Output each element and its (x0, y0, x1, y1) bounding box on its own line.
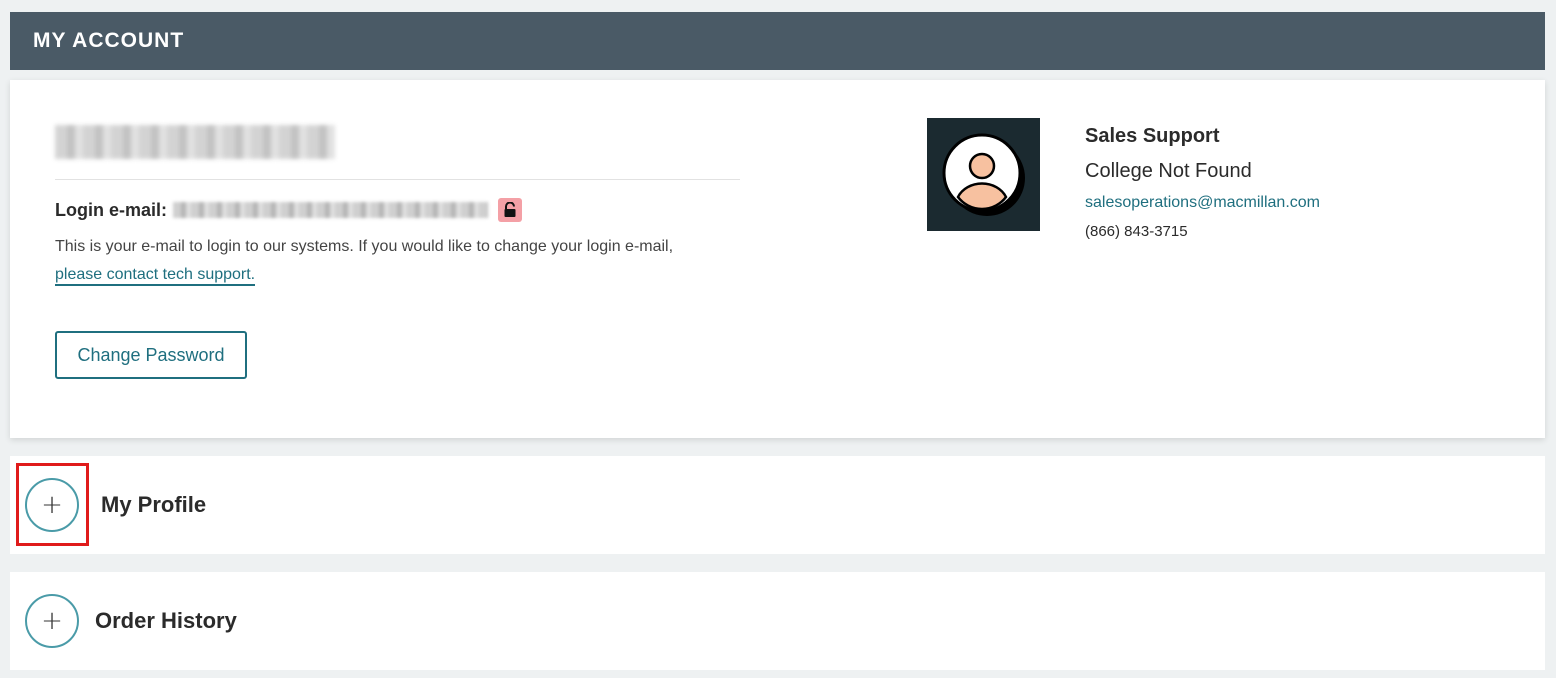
help-text-body: This is your e-mail to login to our syst… (55, 238, 674, 255)
expand-orders-button[interactable]: + (25, 594, 79, 648)
order-history-panel: + Order History (10, 572, 1545, 670)
login-email-row: Login e-mail: (55, 198, 522, 222)
login-email-label: Login e-mail: (55, 199, 167, 220)
divider (55, 179, 740, 180)
support-email-link[interactable]: salesoperations@macmillan.com (1085, 194, 1320, 212)
login-email-value-redacted (173, 202, 488, 218)
support-name: Sales Support (1085, 125, 1220, 147)
contact-tech-support-link[interactable]: please contact tech support. (55, 266, 256, 286)
support-college: College Not Found (1085, 160, 1252, 182)
login-help-text: This is your e-mail to login to our syst… (55, 233, 755, 289)
account-card: Login e-mail: This is your e-mail to log… (10, 80, 1545, 438)
avatar (927, 118, 1040, 231)
order-history-title: Order History (95, 608, 237, 633)
my-profile-panel: + My Profile (10, 456, 1545, 554)
support-phone: (866) 843-3715 (1085, 223, 1188, 240)
user-name-redacted (55, 125, 335, 159)
page-header: MY ACCOUNT (10, 12, 1545, 70)
plus-icon: + (41, 606, 63, 636)
plus-icon: + (41, 490, 63, 520)
change-password-button[interactable]: Change Password (55, 331, 247, 379)
expand-profile-button[interactable]: + (25, 478, 79, 532)
page-title: MY ACCOUNT (33, 29, 185, 52)
user-avatar-icon (942, 133, 1025, 216)
my-profile-title: My Profile (101, 492, 207, 517)
unlock-icon (498, 198, 522, 222)
